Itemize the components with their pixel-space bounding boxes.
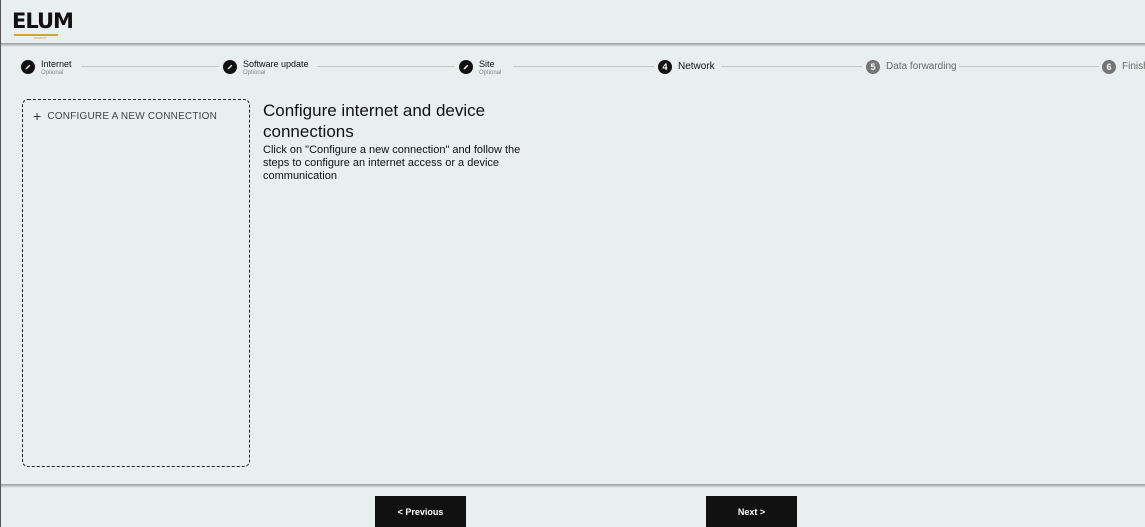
info-description: Click on "Configure a new connection" an… bbox=[263, 144, 521, 182]
info-section: Configure internet and device connection… bbox=[263, 100, 523, 183]
step-site[interactable]: Site Optional bbox=[459, 60, 501, 80]
connection-list-panel: + CONFIGURE A NEW CONNECTION bbox=[22, 99, 250, 467]
logo-subtext: ENERGY bbox=[34, 36, 47, 40]
configure-new-connection-button[interactable]: + CONFIGURE A NEW CONNECTION bbox=[33, 108, 218, 124]
info-title: Configure internet and device connection… bbox=[263, 101, 486, 141]
configure-new-connection-label: CONFIGURE A NEW CONNECTION bbox=[47, 110, 218, 122]
step-number: 4 bbox=[658, 60, 672, 74]
pencil-icon bbox=[459, 60, 473, 74]
step-subtitle: Optional bbox=[41, 70, 64, 76]
step-title: Data forwarding bbox=[886, 61, 957, 72]
next-button[interactable]: Next > bbox=[706, 496, 797, 527]
step-connector bbox=[959, 66, 1099, 67]
step-data-forwarding[interactable]: 5 Data forwarding bbox=[866, 60, 957, 80]
step-internet[interactable]: Internet Optional bbox=[21, 60, 72, 80]
step-number: 5 bbox=[866, 60, 880, 74]
step-number: 6 bbox=[1102, 60, 1116, 74]
step-connector bbox=[81, 66, 219, 67]
step-title: Finish bbox=[1122, 61, 1145, 72]
step-title: Internet bbox=[41, 59, 72, 69]
step-title: Network bbox=[678, 61, 715, 72]
step-connector bbox=[317, 66, 455, 67]
step-connector bbox=[721, 66, 862, 67]
footer-divider bbox=[1, 484, 1145, 488]
step-title: Site bbox=[479, 59, 495, 69]
pencil-icon bbox=[223, 60, 237, 74]
pencil-icon bbox=[21, 60, 35, 74]
setup-stepper: Internet Optional Software update Option… bbox=[1, 52, 1145, 82]
step-network[interactable]: 4 Network bbox=[658, 60, 715, 80]
step-subtitle: Optional bbox=[479, 70, 502, 76]
step-software-update[interactable]: Software update Optional bbox=[223, 60, 309, 80]
elum-logo: ELUM ENERGY bbox=[12, 10, 74, 40]
step-finish[interactable]: 6 Finish bbox=[1102, 60, 1145, 80]
step-connector bbox=[513, 66, 654, 67]
previous-button[interactable]: < Previous bbox=[375, 496, 466, 527]
logo-text: ELUM bbox=[12, 9, 74, 33]
header-divider bbox=[1, 43, 1145, 47]
step-subtitle: Optional bbox=[243, 70, 266, 76]
plus-icon: + bbox=[33, 108, 42, 124]
app-frame: ELUM ENERGY Internet Optional Software u… bbox=[0, 0, 1145, 527]
header: ELUM ENERGY bbox=[1, 0, 1145, 44]
step-title: Software update bbox=[243, 59, 309, 69]
